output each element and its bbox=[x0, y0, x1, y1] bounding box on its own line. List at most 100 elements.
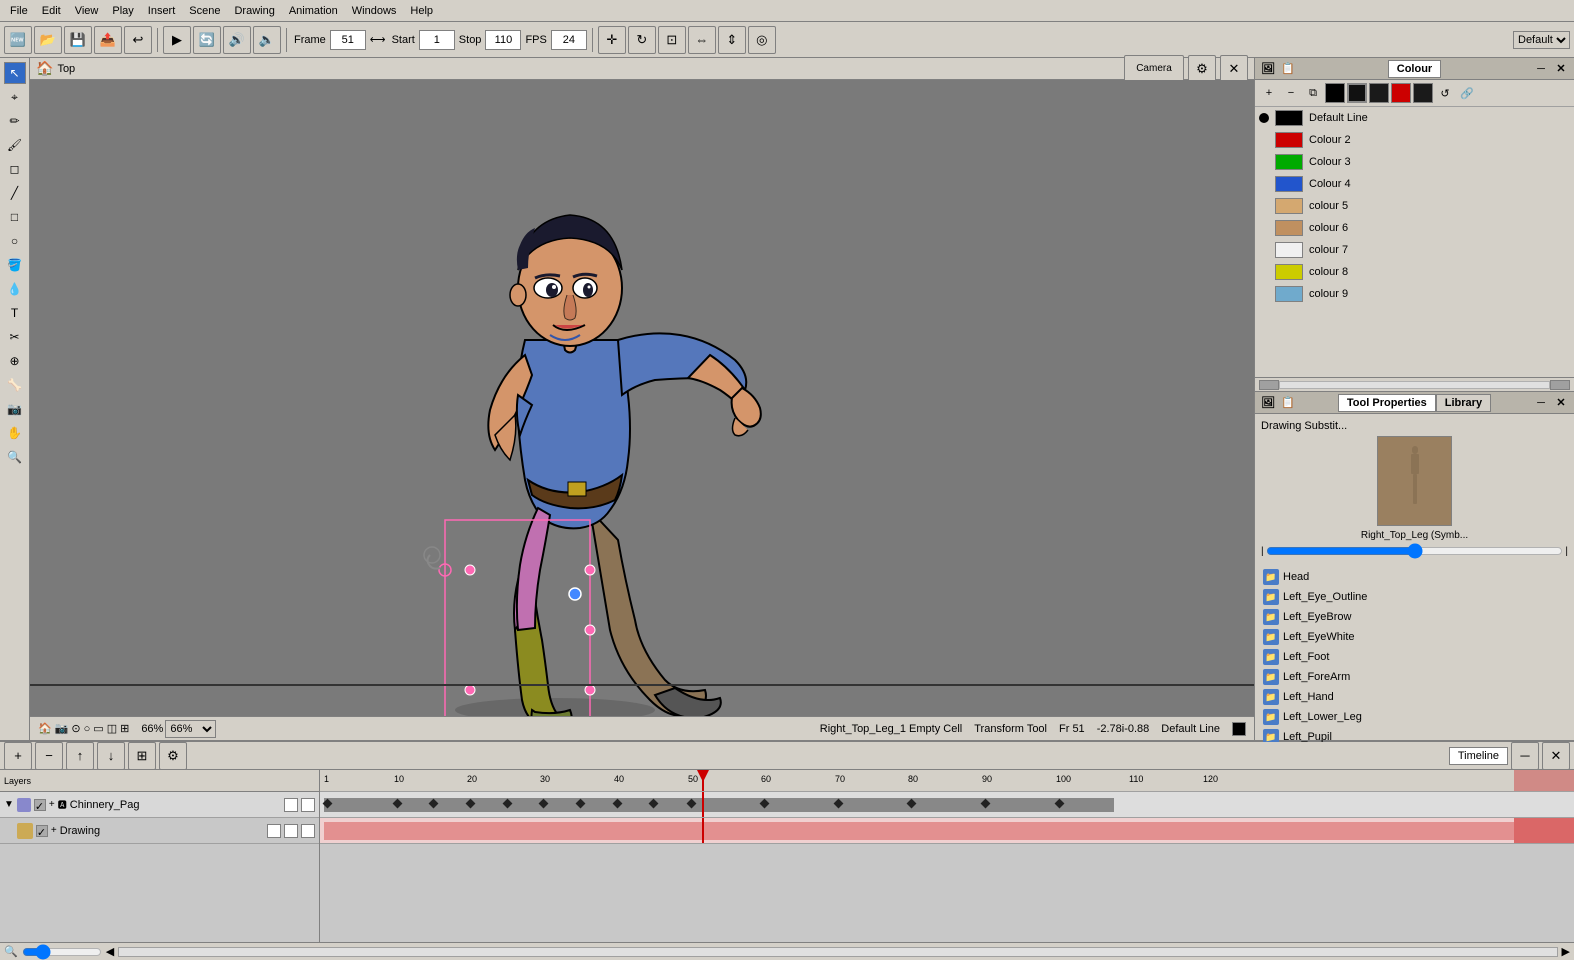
save-btn[interactable]: 💾 bbox=[64, 26, 92, 54]
color-row-7[interactable]: colour 7 bbox=[1255, 239, 1574, 261]
tree-item-left-forearm[interactable]: 📁 Left_ForeArm bbox=[1259, 667, 1570, 687]
loop-btn[interactable]: 🔄 bbox=[193, 26, 221, 54]
menu-insert[interactable]: Insert bbox=[142, 3, 182, 19]
contour-tool[interactable]: ⌖ bbox=[4, 86, 26, 108]
canvas-settings-icon[interactable]: ⚙ bbox=[1188, 55, 1216, 83]
library-tab[interactable]: Library bbox=[1436, 394, 1491, 412]
remove-color-btn[interactable]: − bbox=[1281, 83, 1301, 103]
track-extra-3[interactable] bbox=[301, 824, 315, 838]
menu-file[interactable]: File bbox=[4, 3, 34, 19]
tl-close-btn[interactable]: ✕ bbox=[1542, 742, 1570, 770]
tree-item-left-eyebrow[interactable]: 📁 Left_EyeBrow bbox=[1259, 607, 1570, 627]
color-panel-icon-2[interactable]: 📋 bbox=[1279, 60, 1297, 78]
duplicate-color-btn[interactable]: ⧉ bbox=[1303, 83, 1323, 103]
track-visibility-1[interactable]: ✓ bbox=[34, 799, 46, 811]
scroll-left-btn[interactable] bbox=[1259, 380, 1279, 390]
track-frames-1[interactable] bbox=[320, 792, 1574, 818]
sound-btn[interactable]: 🔊 bbox=[223, 26, 251, 54]
eraser-tool[interactable]: ◻ bbox=[4, 158, 26, 180]
track-extra-1[interactable] bbox=[301, 798, 315, 812]
view-preset-select[interactable]: Default bbox=[1513, 31, 1570, 49]
oval-tool[interactable]: ○ bbox=[4, 230, 26, 252]
pencil-tool[interactable]: ✏ bbox=[4, 110, 26, 132]
tree-item-head[interactable]: 📁 Head bbox=[1259, 567, 1570, 587]
tree-item-left-lower-leg[interactable]: 📁 Left_Lower_Leg bbox=[1259, 707, 1570, 727]
swatch-dark2[interactable] bbox=[1413, 83, 1433, 103]
zoom-select[interactable]: 66% 50% 100% bbox=[165, 720, 216, 738]
select-tool[interactable]: ↖ bbox=[4, 62, 26, 84]
dropper-tool[interactable]: 💧 bbox=[4, 278, 26, 300]
color-row-3[interactable]: Colour 3 bbox=[1255, 151, 1574, 173]
color-panel-icon-1[interactable]: 🖼 bbox=[1259, 60, 1277, 78]
hand-tool[interactable]: ✋ bbox=[4, 422, 26, 444]
track-lock-1[interactable] bbox=[284, 798, 298, 812]
scissors-tool[interactable]: ✂ bbox=[4, 326, 26, 348]
fps-input[interactable] bbox=[551, 30, 587, 50]
color-settings-btn[interactable]: ↺ bbox=[1435, 83, 1455, 103]
track-lock-2[interactable] bbox=[267, 824, 281, 838]
menu-animation[interactable]: Animation bbox=[283, 3, 344, 19]
colour-tab[interactable]: Colour bbox=[1388, 60, 1441, 78]
tree-item-left-eye-outline[interactable]: 📁 Left_Eye_Outline bbox=[1259, 587, 1570, 607]
color-row-8[interactable]: colour 8 bbox=[1255, 261, 1574, 283]
track-chinnery[interactable]: ▼ ✓ + 🅰 Chinnery_Pag bbox=[0, 792, 319, 818]
move-btn[interactable]: ✛ bbox=[598, 26, 626, 54]
menu-view[interactable]: View bbox=[69, 3, 105, 19]
paint-tool[interactable]: 🪣 bbox=[4, 254, 26, 276]
menu-scene[interactable]: Scene bbox=[183, 3, 226, 19]
undo-btn[interactable]: ↩ bbox=[124, 26, 152, 54]
view-icon-1[interactable]: 🏠 bbox=[38, 722, 52, 735]
scroll-right-btn[interactable] bbox=[1550, 380, 1570, 390]
tree-item-left-foot[interactable]: 📁 Left_Foot bbox=[1259, 647, 1570, 667]
new-btn[interactable]: 🆕 bbox=[4, 26, 32, 54]
timeline-zoom-slider[interactable] bbox=[22, 946, 102, 958]
tool-panel-minimize[interactable]: ─ bbox=[1532, 394, 1550, 412]
color-row-4[interactable]: Colour 4 bbox=[1255, 173, 1574, 195]
menu-edit[interactable]: Edit bbox=[36, 3, 67, 19]
track-add-btn-2[interactable]: + bbox=[51, 825, 57, 836]
tree-item-left-eyewhite[interactable]: 📁 Left_EyeWhite bbox=[1259, 627, 1570, 647]
zoom-icon[interactable]: 🔍 bbox=[4, 945, 18, 958]
tool-panel-icon2[interactable]: 📋 bbox=[1279, 394, 1297, 412]
canvas-container[interactable] bbox=[30, 80, 1254, 716]
line-tool[interactable]: ╱ bbox=[4, 182, 26, 204]
color-row-6[interactable]: colour 6 bbox=[1255, 217, 1574, 239]
start-input[interactable] bbox=[419, 30, 455, 50]
brush-tool[interactable]: 🖌 bbox=[4, 134, 26, 156]
swatch-outline[interactable] bbox=[1347, 83, 1367, 103]
view-icon-6[interactable]: ◫ bbox=[107, 722, 117, 735]
tl-move-up-btn[interactable]: ↑ bbox=[66, 742, 94, 770]
color-scrollbar[interactable] bbox=[1255, 377, 1574, 391]
tool-panel-icon[interactable]: 🖼 bbox=[1259, 394, 1277, 412]
scroll-right-arrow[interactable]: ▶ bbox=[1562, 945, 1570, 958]
track-extra-2[interactable] bbox=[284, 824, 298, 838]
timeline-tab[interactable]: Timeline bbox=[1449, 747, 1508, 765]
frame-input[interactable] bbox=[330, 30, 366, 50]
track-add-btn-1[interactable]: + bbox=[49, 799, 55, 810]
tl-settings-btn[interactable]: ⚙ bbox=[159, 742, 187, 770]
view-icon-3[interactable]: ⊙ bbox=[71, 722, 80, 735]
view-icon-4[interactable]: ○ bbox=[84, 723, 91, 735]
flip-btn[interactable]: ⇕ bbox=[718, 26, 746, 54]
camera-btn[interactable]: Camera bbox=[1124, 55, 1184, 83]
color-row-5[interactable]: colour 5 bbox=[1255, 195, 1574, 217]
bone-tool[interactable]: 🦴 bbox=[4, 374, 26, 396]
export-btn[interactable]: 📤 bbox=[94, 26, 122, 54]
color-row-default[interactable]: Default Line bbox=[1255, 107, 1574, 129]
tool-properties-tab[interactable]: Tool Properties bbox=[1338, 394, 1436, 412]
track-visibility-2[interactable]: ✓ bbox=[36, 825, 48, 837]
color-link-btn[interactable]: 🔗 bbox=[1457, 83, 1477, 103]
track-drawing[interactable]: ▼ ✓ + Drawing bbox=[0, 818, 319, 844]
tl-onion-btn[interactable]: ⊞ bbox=[128, 742, 156, 770]
menu-help[interactable]: Help bbox=[404, 3, 439, 19]
camera-tool[interactable]: 📷 bbox=[4, 398, 26, 420]
color-row-9[interactable]: colour 9 bbox=[1255, 283, 1574, 305]
text-tool[interactable]: T bbox=[4, 302, 26, 324]
add-color-btn[interactable]: + bbox=[1259, 83, 1279, 103]
timeline-scroll-track[interactable] bbox=[118, 947, 1557, 957]
menu-drawing[interactable]: Drawing bbox=[228, 3, 280, 19]
transform-tool[interactable]: ⊕ bbox=[4, 350, 26, 372]
track-frames-2[interactable] bbox=[320, 818, 1574, 844]
track-expand-btn-1[interactable]: ▼ bbox=[4, 799, 14, 810]
play-btn[interactable]: ▶ bbox=[163, 26, 191, 54]
